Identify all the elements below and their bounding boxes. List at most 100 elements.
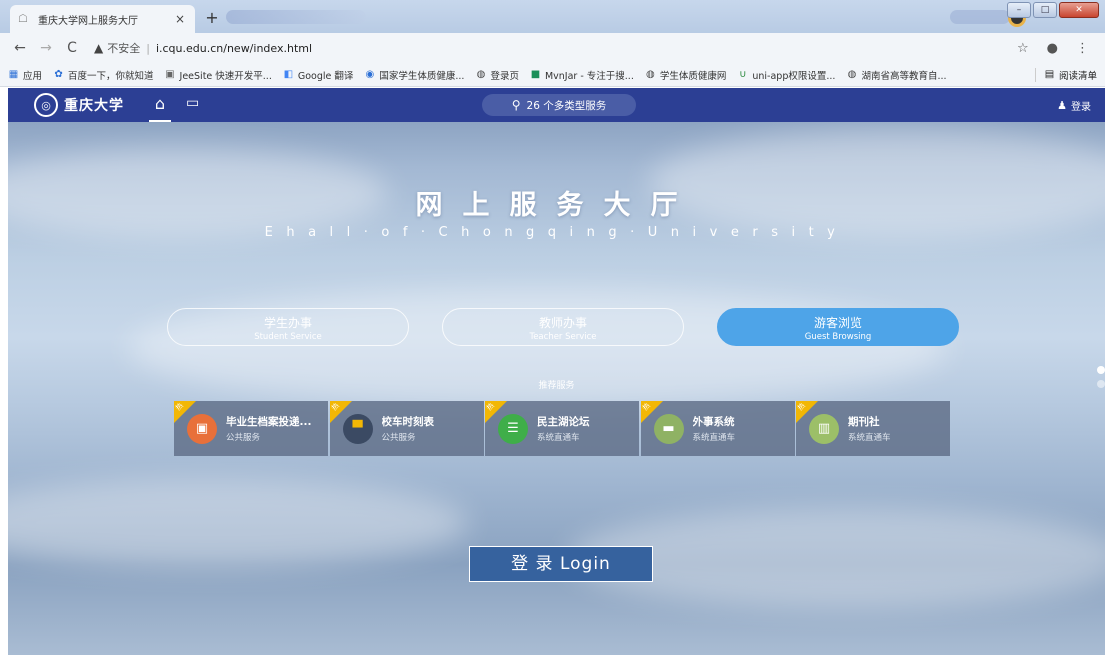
insecure-label[interactable]: 不安全 bbox=[107, 40, 140, 56]
account-icon[interactable]: ● bbox=[1047, 41, 1058, 56]
service-category: 系统直通车 bbox=[692, 433, 736, 443]
university-logo[interactable]: ◎ 重庆大学 bbox=[34, 93, 124, 117]
back-arrow-icon[interactable]: ← bbox=[10, 40, 30, 56]
home-icon[interactable]: ⌂ bbox=[149, 94, 171, 122]
background-cloud bbox=[8, 478, 468, 568]
role-label-en: Student Service bbox=[254, 332, 322, 342]
service-search-button[interactable]: ⚲ 26 个多类型服务 bbox=[482, 94, 636, 116]
role-label-en: Guest Browsing bbox=[804, 332, 872, 342]
divider: | bbox=[146, 41, 150, 55]
toolbar-right-icons: ☆ ● ⋮ bbox=[1017, 41, 1089, 56]
apps-grid-icon: ▦ bbox=[8, 69, 19, 80]
service-category: 公共服务 bbox=[381, 433, 416, 443]
google-translate-icon: ◧ bbox=[283, 69, 294, 80]
uniapp-icon: ∪ bbox=[739, 69, 747, 80]
service-category: 系统直通车 bbox=[848, 433, 891, 443]
service-card[interactable]: 热 ▥ 期刊社 系统直通车 bbox=[796, 401, 950, 456]
forward-arrow-icon[interactable]: → bbox=[36, 40, 56, 56]
bookmark-item[interactable]: ✿ 百度一下，你就知道 bbox=[53, 68, 153, 82]
bookmark-label: JeeSite 快速开发平... bbox=[179, 70, 272, 82]
service-category: 系统直通车 bbox=[537, 433, 580, 443]
bookmark-item[interactable]: ■ MvnJar - 专注于搜... bbox=[530, 68, 634, 82]
service-title: 期刊社 bbox=[848, 416, 880, 428]
bookmark-label: 应用 bbox=[23, 70, 43, 82]
globe-icon: ◉ bbox=[365, 69, 375, 80]
baidu-paw-icon: ✿ bbox=[54, 69, 63, 80]
slide-indicator bbox=[1097, 366, 1105, 394]
bookmark-item[interactable]: ▦ 应用 bbox=[8, 68, 42, 82]
tab-title: 重庆大学网上服务大厅 bbox=[38, 15, 138, 27]
maximize-button[interactable]: □ bbox=[1033, 2, 1057, 18]
bookmark-label: Google 翻译 bbox=[297, 70, 354, 82]
bookmark-star-icon[interactable]: ☆ bbox=[1017, 41, 1029, 56]
browser-tab-active[interactable]: ☖ 重庆大学网上服务大厅 × bbox=[10, 5, 195, 33]
bookmark-item[interactable]: ∪ uni-app权限设置... bbox=[737, 68, 835, 82]
reload-icon[interactable]: C bbox=[62, 40, 82, 56]
tab-close-button[interactable]: × bbox=[173, 12, 187, 26]
address-bar[interactable]: ▲ 不安全 | i.cqu.edu.cn/new/index.html bbox=[88, 36, 1017, 60]
service-card[interactable]: 热 ▬ 外事系统 系统直通车 bbox=[640, 401, 795, 456]
user-icon: ♟ bbox=[1057, 99, 1067, 112]
warning-icon[interactable]: ▲ bbox=[94, 41, 103, 55]
service-card[interactable]: 热 ▣ 毕业生档案投递... 公共服务 bbox=[174, 401, 328, 456]
background-tab[interactable] bbox=[226, 10, 366, 24]
bookmark-item[interactable]: ◍ 学生体质健康网 bbox=[645, 68, 727, 82]
logo-wordmark: 重庆大学 bbox=[64, 98, 124, 114]
university-seal-icon: ◎ bbox=[34, 93, 58, 117]
bookmark-item[interactable]: ◍ 登录页 bbox=[475, 68, 519, 82]
hero-title: 网上服务大厅 bbox=[415, 190, 698, 221]
background-tab[interactable] bbox=[950, 10, 1010, 24]
bookmark-item[interactable]: ▣ JeeSite 快速开发平... bbox=[165, 68, 272, 82]
reading-list-button[interactable]: ▤ 阅读清单 bbox=[1034, 67, 1097, 82]
service-title: 毕业生档案投递... bbox=[226, 416, 312, 428]
minimize-button[interactable]: – bbox=[1007, 2, 1031, 18]
nav-login-link[interactable]: ♟ 登录 bbox=[1057, 98, 1091, 113]
role-label-cn: 游客浏览 bbox=[813, 316, 862, 330]
bookmark-item[interactable]: ◧ Google 翻译 bbox=[283, 68, 354, 82]
globe-icon: ◍ bbox=[847, 69, 857, 80]
teacher-service-button[interactable]: 教师办事 Teacher Service bbox=[442, 308, 684, 346]
role-label-cn: 教师办事 bbox=[538, 316, 587, 330]
role-label-en: Teacher Service bbox=[529, 332, 597, 342]
hero-subtitle: Ehall·of·Chongqing·University bbox=[264, 225, 849, 240]
login-link-label: 登录 bbox=[1071, 102, 1091, 113]
service-category: 公共服务 bbox=[226, 433, 261, 443]
search-icon: ⚲ bbox=[511, 98, 521, 112]
reading-list-label: 阅读清单 bbox=[1058, 70, 1097, 82]
jeesite-icon: ▣ bbox=[165, 69, 175, 80]
bookmark-item[interactable]: ◍ 湖南省高等教育自... bbox=[846, 68, 947, 82]
globe-icon: ◍ bbox=[645, 69, 655, 80]
service-card[interactable]: 热 ▀ 校车时刻表 公共服务 bbox=[329, 401, 484, 456]
service-card[interactable]: 热 ☰ 民主湖论坛 系统直通车 bbox=[485, 401, 639, 456]
browser-toolbar: ← → C ▲ 不安全 | i.cqu.edu.cn/new/index.htm… bbox=[0, 33, 1105, 63]
bookmark-label: 学生体质健康网 bbox=[659, 70, 727, 82]
bookmarks-bar: ▦ 应用 ✿ 百度一下，你就知道 ▣ JeeSite 快速开发平... ◧ Google… bbox=[0, 63, 1105, 87]
reading-list-icon: ▤ bbox=[1044, 69, 1055, 80]
desktop-icon[interactable]: ▭ bbox=[186, 95, 199, 111]
service-title: 校车时刻表 bbox=[381, 416, 435, 428]
globe-icon: ◍ bbox=[476, 69, 486, 80]
recommended-services-label: 推荐服务 bbox=[538, 381, 575, 391]
login-button[interactable]: 登 录 Login bbox=[469, 546, 653, 582]
bookmark-item[interactable]: ◉ 国家学生体质健康... bbox=[364, 68, 465, 82]
bookmark-label: 湖南省高等教育自... bbox=[861, 70, 947, 82]
service-title: 民主湖论坛 bbox=[537, 416, 590, 428]
new-tab-button[interactable]: + bbox=[202, 8, 222, 28]
page-content: ◎ 重庆大学 ⌂ ▭ ⚲ 26 个多类型服务 ♟ 登录 网上服务大厅 Ehall… bbox=[8, 88, 1105, 655]
recommended-services: 热 ▣ 毕业生档案投递... 公共服务 热 ▀ 校车时刻表 公共服务 热 ☰ 民主湖… bbox=[174, 401, 952, 456]
close-window-button[interactable]: ✕ bbox=[1059, 2, 1099, 18]
menu-kebab-icon[interactable]: ⋮ bbox=[1076, 41, 1089, 56]
page-favicon-icon: ☖ bbox=[18, 12, 28, 25]
bookmark-label: 国家学生体质健康... bbox=[379, 70, 465, 82]
site-navbar: ◎ 重庆大学 ⌂ ▭ ⚲ 26 个多类型服务 ♟ 登录 bbox=[8, 88, 1105, 122]
service-title: 外事系统 bbox=[692, 416, 735, 428]
url-text[interactable]: i.cqu.edu.cn/new/index.html bbox=[156, 42, 312, 55]
slide-dot[interactable] bbox=[1097, 366, 1105, 374]
window-controls: – □ ✕ bbox=[1005, 2, 1099, 18]
bookmark-label: MvnJar - 专注于搜... bbox=[544, 70, 634, 82]
guest-browsing-button[interactable]: 游客浏览 Guest Browsing bbox=[717, 308, 959, 346]
role-label-cn: 学生办事 bbox=[263, 316, 312, 330]
bookmark-label: uni-app权限设置... bbox=[752, 70, 836, 82]
slide-dot[interactable] bbox=[1097, 380, 1105, 388]
student-service-button[interactable]: 学生办事 Student Service bbox=[167, 308, 409, 346]
